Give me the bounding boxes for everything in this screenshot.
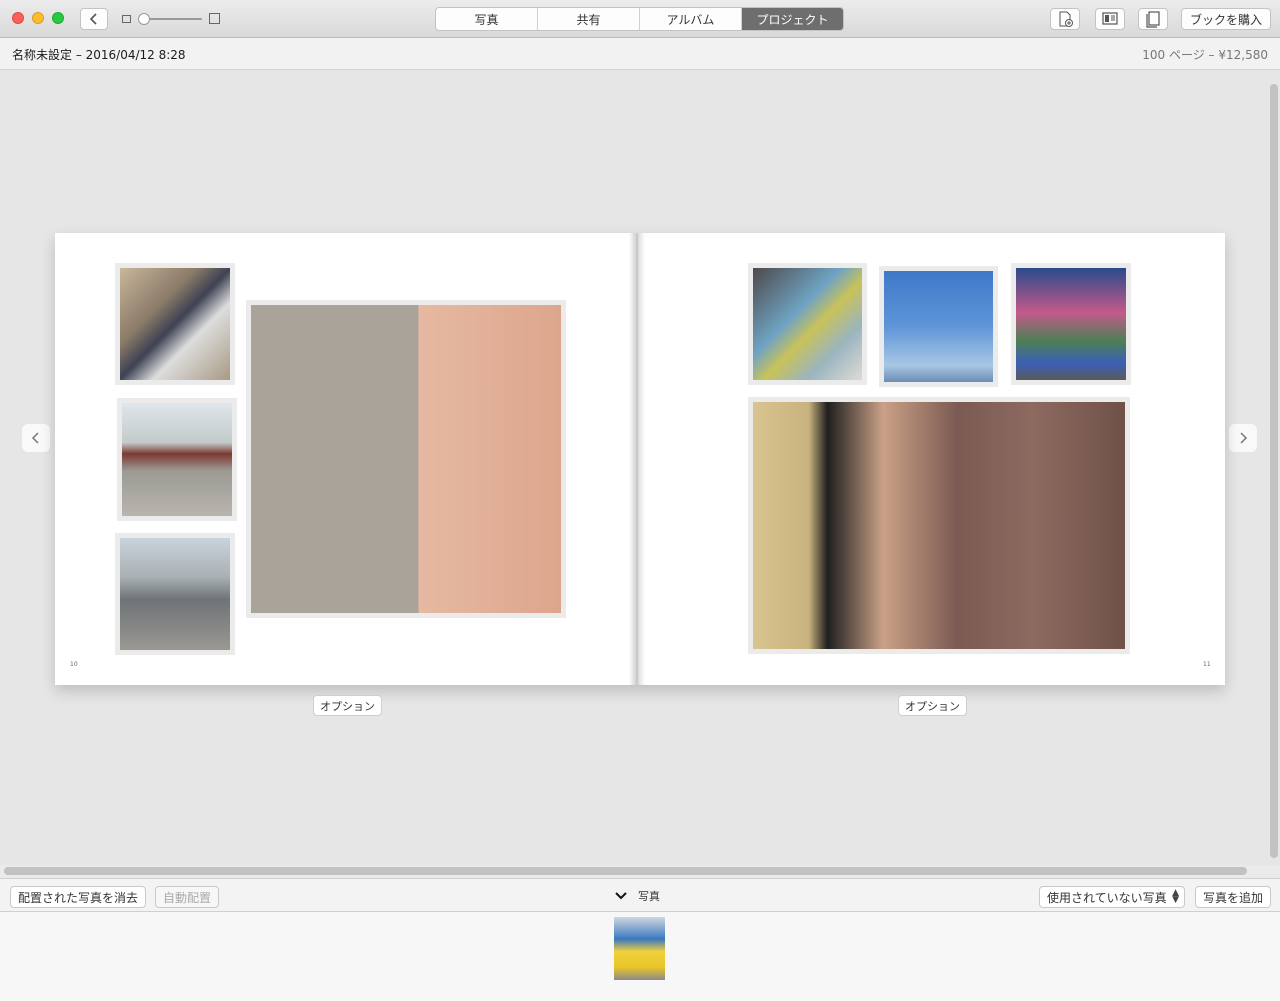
next-page-button[interactable] <box>1229 424 1257 452</box>
maximize-window-button[interactable] <box>52 12 64 24</box>
photo <box>884 271 993 382</box>
add-photos-button[interactable]: 写真を追加 <box>1195 886 1272 908</box>
add-page-button[interactable] <box>1050 8 1080 30</box>
photo <box>251 305 561 613</box>
photo-tray-bar: 配置された写真を消去 自動配置 写真 使用されていない写真 ▲ ▼ 写真を追加 <box>0 878 1280 912</box>
back-button[interactable] <box>80 8 108 30</box>
zoom-slider[interactable] <box>122 12 220 26</box>
photo-filter-select[interactable]: 使用されていない写真 ▲ ▼ <box>1039 886 1185 908</box>
photo-frame[interactable] <box>748 397 1130 654</box>
horizontal-scroll-area <box>0 865 1280 878</box>
photo-tray <box>0 912 1280 1001</box>
photo-frame[interactable] <box>115 263 235 385</box>
thumbnail-large-icon <box>209 13 220 24</box>
minimize-window-button[interactable] <box>32 12 44 24</box>
right-page-number: 11 <box>1203 661 1211 668</box>
photo-frame[interactable] <box>879 266 998 387</box>
close-window-button[interactable] <box>12 12 24 24</box>
chevron-left-icon <box>31 432 39 444</box>
clear-placed-photos-button[interactable]: 配置された写真を消去 <box>10 886 147 908</box>
photo <box>120 268 230 380</box>
horizontal-scrollbar[interactable] <box>4 867 1247 875</box>
tab-projects[interactable]: プロジェクト <box>742 8 843 30</box>
chevron-down-icon <box>615 892 627 900</box>
buy-book-button[interactable]: ブックを購入 <box>1181 8 1271 30</box>
vertical-scrollbar[interactable] <box>1270 84 1278 858</box>
right-page-options-button[interactable]: オプション <box>898 695 967 716</box>
updown-arrows-icon: ▲ ▼ <box>1172 888 1179 905</box>
photo-filter-value: 使用されていない写真 <box>1047 890 1167 905</box>
layout-icon <box>1102 12 1118 25</box>
photo <box>122 403 232 516</box>
photo-frame[interactable] <box>1011 263 1131 385</box>
project-header: 名称未設定 – 2016/04/12 8:28 100 ページ – ¥12,58… <box>0 38 1280 70</box>
toolbar: 写真 共有 アルバム プロジェクト ブックを購入 <box>0 0 1280 38</box>
photo <box>120 538 230 650</box>
book-spread: 10 11 <box>55 233 1225 685</box>
photos-toggle-label: 写真 <box>638 890 660 903</box>
photo <box>753 402 1125 649</box>
thumbnail-small-icon <box>122 15 131 23</box>
photo-frame[interactable] <box>115 533 235 655</box>
previous-page-button[interactable] <box>22 424 50 452</box>
autofill-button[interactable]: 自動配置 <box>155 886 220 908</box>
add-page-icon <box>1059 11 1073 27</box>
chevron-right-icon <box>1240 432 1248 444</box>
photo <box>1016 268 1126 380</box>
page-view-icon <box>1146 11 1160 28</box>
layout-button[interactable] <box>1095 8 1125 30</box>
page-gutter <box>629 233 645 685</box>
back-icon <box>89 13 97 25</box>
photo <box>753 268 862 380</box>
left-page-number: 10 <box>70 661 78 668</box>
page-count-price: 100 ページ – ¥12,580 <box>1142 48 1268 62</box>
photo-frame[interactable] <box>748 263 867 385</box>
view-tabs: 写真 共有 アルバム プロジェクト <box>435 7 844 31</box>
zoom-slider-knob[interactable] <box>138 13 150 25</box>
project-title: 名称未設定 – 2016/04/12 8:28 <box>12 48 186 62</box>
page-view-button[interactable] <box>1138 8 1168 30</box>
photo-frame[interactable] <box>246 300 566 618</box>
photos-toggle[interactable]: 写真 <box>614 888 660 904</box>
photo-frame[interactable] <box>117 398 237 521</box>
tray-photo[interactable] <box>614 917 665 980</box>
tab-photos[interactable]: 写真 <box>436 8 538 30</box>
tab-shared[interactable]: 共有 <box>538 8 640 30</box>
left-page-options-button[interactable]: オプション <box>313 695 382 716</box>
tab-albums[interactable]: アルバム <box>640 8 742 30</box>
